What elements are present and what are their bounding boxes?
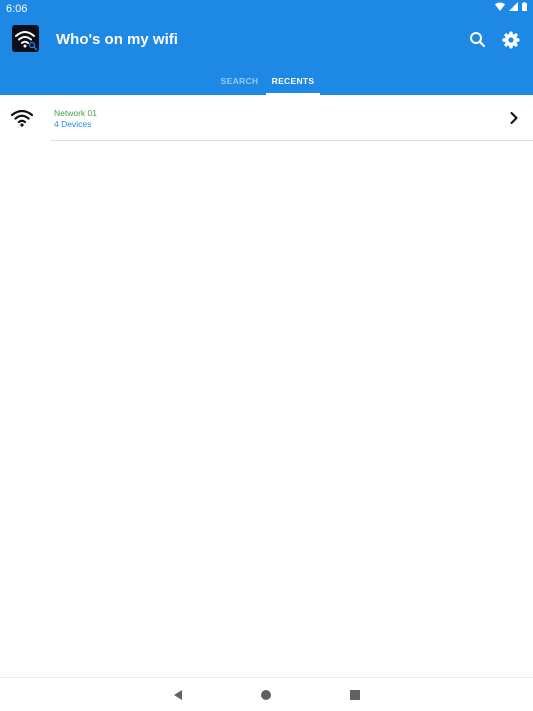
tab-search[interactable]: SEARCH [213,66,266,95]
tab-search-label: SEARCH [220,75,259,86]
wifi-icon [495,2,505,11]
gear-icon [502,31,520,49]
status-time: 6:06 [6,3,28,15]
tab-recents-label: RECENTS [271,75,315,86]
status-icons [495,2,527,11]
search-button[interactable] [468,30,488,50]
network-list-item[interactable]: Network 01 4 Devices [0,95,533,141]
app-logo [12,25,39,52]
system-nav-bar [0,677,533,711]
tab-recents[interactable]: RECENTS [266,66,320,95]
signal-icon [509,2,518,11]
battery-icon [522,2,527,11]
settings-button[interactable] [501,30,521,50]
tab-bar: SEARCH RECENTS [0,66,533,95]
app-title: Who's on my wifi [56,31,178,48]
network-name: Network 01 [54,108,97,118]
status-bar: 6:06 [0,0,533,18]
wifi-icon [11,109,33,127]
chevron-right-icon [510,112,518,124]
app-bar: 6:06 Who's on my wifi SEARCH RECENTS [0,0,533,95]
recents-icon[interactable] [348,688,362,702]
home-icon[interactable] [259,688,273,702]
network-device-count: 4 Devices [54,119,92,129]
search-icon [470,32,486,48]
list-divider [50,140,533,141]
back-icon[interactable] [171,688,185,702]
wifi-search-logo-icon [15,31,38,51]
